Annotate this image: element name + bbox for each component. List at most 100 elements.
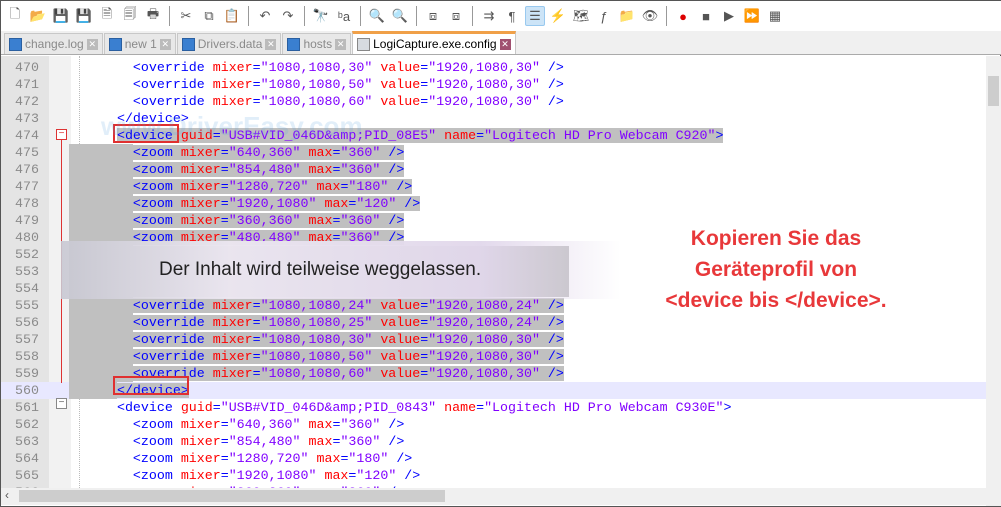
- tab-drivers-data[interactable]: Drivers.data ✕: [176, 33, 282, 54]
- code-line[interactable]: 471 <override mixer="1080,1080,50" value…: [1, 76, 986, 93]
- code-text: <override mixer="1080,1080,25" value="19…: [132, 315, 564, 330]
- stop-macro-icon[interactable]: ■: [696, 6, 716, 26]
- code-line[interactable]: 475 <zoom mixer="640,360" max="360" />: [1, 144, 986, 161]
- code-line[interactable]: 564 <zoom mixer="1280,720" max="180" />: [1, 450, 986, 467]
- show-all-chars-icon[interactable]: ¶: [502, 6, 522, 26]
- scrollbar-thumb[interactable]: [988, 76, 999, 106]
- line-number: 473: [15, 111, 39, 126]
- highlight-box-device-close: [113, 376, 189, 395]
- redo-icon[interactable]: ↷: [278, 6, 298, 26]
- udl-icon[interactable]: ⚡: [548, 6, 568, 26]
- doc-map-icon[interactable]: 🗺: [571, 6, 591, 26]
- find-icon[interactable]: 🔭: [311, 6, 331, 26]
- code-line[interactable]: 478 <zoom mixer="1920,1080" max="120" />: [1, 195, 986, 212]
- close-all-icon[interactable]: 🗐: [120, 6, 140, 26]
- function-list-icon[interactable]: ƒ: [594, 6, 614, 26]
- toolbar: 🗋 📂 💾 💾 🗎 🗐 🖶 ✂ ⧉ 📋 ↶ ↷ 🔭 ᵇa 🔍 🔍 ⧈ ⧈ ⇉ ¶ ☰ ⚡ 🗺 ƒ 📁 👁 ● ■ ▶ ⏩ ▦: [1, 1, 1001, 31]
- word-wrap-icon[interactable]: ⇉: [479, 6, 499, 26]
- close-icon[interactable]: 🗎: [97, 6, 117, 26]
- tab-label: Drivers.data: [197, 37, 263, 51]
- close-tab-icon[interactable]: ✕: [335, 38, 347, 50]
- close-tab-icon[interactable]: ✕: [265, 38, 277, 50]
- close-tab-icon[interactable]: ✕: [159, 38, 171, 50]
- fold-collapse-icon[interactable]: −: [56, 129, 67, 140]
- watermark: www.DriverEasy.com: [101, 111, 363, 141]
- open-file-icon[interactable]: 📂: [28, 6, 48, 26]
- close-tab-icon[interactable]: ✕: [86, 38, 98, 50]
- instruction-annotation: Kopieren Sie das Geräteprofil von <devic…: [621, 223, 931, 316]
- code-text: <zoom mixer="640,360" max="360" />: [132, 145, 405, 160]
- sync-horizontal-icon[interactable]: ⧈: [446, 6, 466, 26]
- code-text: <zoom mixer="1280,720" max="180" />: [132, 451, 413, 466]
- line-number: 477: [15, 179, 39, 194]
- tab-hosts[interactable]: hosts ✕: [282, 33, 352, 54]
- folder-workspace-icon[interactable]: 📁: [617, 6, 637, 26]
- run-macro-multiple-icon[interactable]: ⏩: [742, 6, 762, 26]
- replace-icon[interactable]: ᵇa: [334, 6, 354, 26]
- code-text: <zoom mixer="1920,1080" max="120" />: [132, 196, 421, 211]
- line-number: 470: [15, 60, 39, 75]
- code-line[interactable]: 557 <override mixer="1080,1080,30" value…: [1, 331, 986, 348]
- line-number: 553: [15, 264, 39, 279]
- toolbar-separator: [416, 6, 417, 26]
- line-number: 560: [15, 383, 39, 398]
- code-text: <zoom mixer="360,360" max="360" />: [132, 213, 405, 228]
- undo-icon[interactable]: ↶: [255, 6, 275, 26]
- code-line[interactable]: 565 <zoom mixer="1920,1080" max="120" />: [1, 467, 986, 484]
- line-number: 474: [15, 128, 39, 143]
- indent-guide-icon[interactable]: ☰: [525, 6, 545, 26]
- tab-change-log[interactable]: change.log ✕: [4, 33, 103, 54]
- cut-icon[interactable]: ✂: [176, 6, 196, 26]
- tab-logicapture-exe-config[interactable]: LogiCapture.exe.config ✕: [352, 31, 516, 54]
- code-text: <override mixer="1080,1080,30" value="19…: [132, 60, 564, 75]
- line-number: 472: [15, 94, 39, 109]
- annotation-line: Kopieren Sie das: [690, 227, 862, 250]
- scrollbar-thumb[interactable]: [19, 490, 445, 502]
- line-number: 564: [15, 451, 39, 466]
- paste-icon[interactable]: 📋: [222, 6, 242, 26]
- code-line[interactable]: 477 <zoom mixer="1280,720" max="180" />: [1, 178, 986, 195]
- line-number: 565: [15, 468, 39, 483]
- record-macro-icon[interactable]: ●: [673, 6, 693, 26]
- save-state-icon: [108, 37, 122, 51]
- vertical-scrollbar[interactable]: [986, 56, 1001, 506]
- save-all-icon[interactable]: 💾: [74, 6, 94, 26]
- code-line[interactable]: 476 <zoom mixer="854,480" max="360" />: [1, 161, 986, 178]
- code-line[interactable]: 558 <override mixer="1080,1080,50" value…: [1, 348, 986, 365]
- copy-icon[interactable]: ⧉: [199, 6, 219, 26]
- save-icon[interactable]: 💾: [51, 6, 71, 26]
- annotation-line: <device bis </device>.: [665, 289, 887, 312]
- code-line[interactable]: 470 <override mixer="1080,1080,30" value…: [1, 59, 986, 76]
- line-number: 475: [15, 145, 39, 160]
- save-state-icon: [287, 37, 301, 51]
- tab-label: new 1: [124, 37, 157, 51]
- save-state-icon: [181, 37, 195, 51]
- code-line[interactable]: 561 <device guid="USB#VID_046D&amp;PID_0…: [1, 399, 986, 416]
- toolbar-separator: [666, 6, 667, 26]
- print-icon[interactable]: 🖶: [143, 6, 163, 26]
- zoom-out-icon[interactable]: 🔍: [390, 6, 410, 26]
- code-line[interactable]: 556 <override mixer="1080,1080,25" value…: [1, 314, 986, 331]
- save-macro-icon[interactable]: ▦: [765, 6, 785, 26]
- fold-collapse-icon[interactable]: −: [56, 398, 67, 409]
- monitoring-icon[interactable]: 👁: [640, 6, 660, 26]
- code-line[interactable]: 472 <override mixer="1080,1080,60" value…: [1, 93, 986, 110]
- horizontal-scrollbar[interactable]: ‹: [1, 488, 986, 505]
- omitted-text: Der Inhalt wird teilweise weggelassen.: [159, 259, 482, 280]
- tab-label: hosts: [303, 37, 333, 51]
- line-number: 561: [15, 400, 39, 415]
- tab-bar: change.log ✕ new 1 ✕ Drivers.data ✕ hosts ✕ Logi…: [1, 31, 1001, 55]
- tab-new-1[interactable]: new 1 ✕: [103, 33, 176, 54]
- line-number: 480: [15, 230, 39, 245]
- new-file-icon[interactable]: 🗋: [5, 6, 25, 26]
- play-macro-icon[interactable]: ▶: [719, 6, 739, 26]
- zoom-in-icon[interactable]: 🔍: [367, 6, 387, 26]
- code-line[interactable]: 562 <zoom mixer="640,360" max="360" />: [1, 416, 986, 433]
- scroll-left-icon[interactable]: ‹: [5, 488, 9, 502]
- code-line[interactable]: 563 <zoom mixer="854,480" max="360" />: [1, 433, 986, 450]
- close-tab-icon[interactable]: ✕: [499, 38, 511, 50]
- code-text: <zoom mixer="854,480" max="360" />: [132, 434, 405, 449]
- sync-vertical-icon[interactable]: ⧈: [423, 6, 443, 26]
- code-text: <override mixer="1080,1080,24" value="19…: [132, 298, 564, 313]
- line-number: 563: [15, 434, 39, 449]
